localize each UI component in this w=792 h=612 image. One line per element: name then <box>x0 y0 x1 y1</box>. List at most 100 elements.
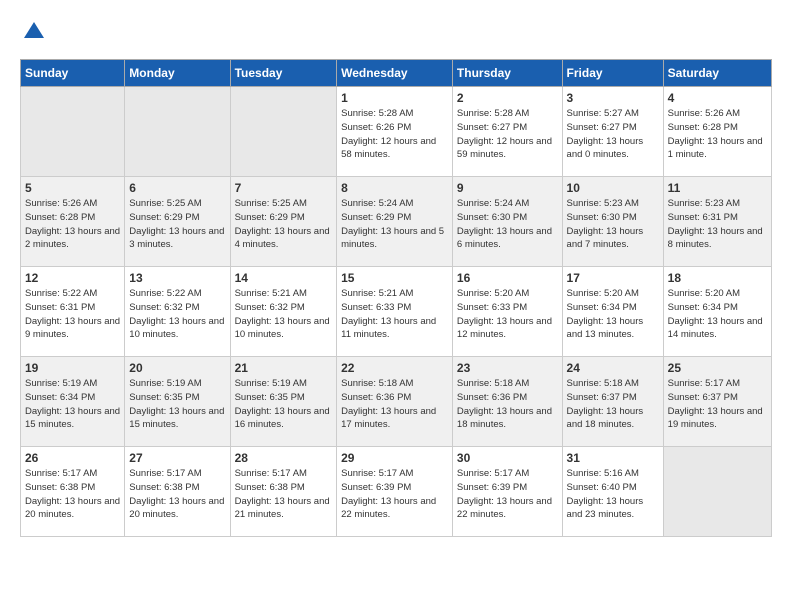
day-info: Sunrise: 5:17 AMSunset: 6:38 PMDaylight:… <box>129 468 224 520</box>
day-number: 24 <box>567 361 659 375</box>
day-info: Sunrise: 5:18 AMSunset: 6:36 PMDaylight:… <box>457 378 552 430</box>
calendar-cell: 23 Sunrise: 5:18 AMSunset: 6:36 PMDaylig… <box>452 357 562 447</box>
day-info: Sunrise: 5:28 AMSunset: 6:27 PMDaylight:… <box>457 108 552 160</box>
day-number: 30 <box>457 451 558 465</box>
calendar-cell: 19 Sunrise: 5:19 AMSunset: 6:34 PMDaylig… <box>21 357 125 447</box>
day-number: 15 <box>341 271 448 285</box>
day-info: Sunrise: 5:18 AMSunset: 6:36 PMDaylight:… <box>341 378 436 430</box>
calendar-cell: 18 Sunrise: 5:20 AMSunset: 6:34 PMDaylig… <box>663 267 771 357</box>
day-info: Sunrise: 5:20 AMSunset: 6:33 PMDaylight:… <box>457 288 552 340</box>
calendar-cell: 1 Sunrise: 5:28 AMSunset: 6:26 PMDayligh… <box>337 87 453 177</box>
day-number: 19 <box>25 361 120 375</box>
day-number: 17 <box>567 271 659 285</box>
weekday-header-monday: Monday <box>125 60 230 87</box>
day-number: 10 <box>567 181 659 195</box>
day-info: Sunrise: 5:17 AMSunset: 6:38 PMDaylight:… <box>25 468 120 520</box>
logo-icon <box>22 20 46 44</box>
day-number: 23 <box>457 361 558 375</box>
calendar-cell: 25 Sunrise: 5:17 AMSunset: 6:37 PMDaylig… <box>663 357 771 447</box>
day-info: Sunrise: 5:17 AMSunset: 6:39 PMDaylight:… <box>341 468 436 520</box>
calendar-cell: 24 Sunrise: 5:18 AMSunset: 6:37 PMDaylig… <box>562 357 663 447</box>
day-info: Sunrise: 5:21 AMSunset: 6:32 PMDaylight:… <box>235 288 330 340</box>
calendar-cell: 2 Sunrise: 5:28 AMSunset: 6:27 PMDayligh… <box>452 87 562 177</box>
calendar-cell: 22 Sunrise: 5:18 AMSunset: 6:36 PMDaylig… <box>337 357 453 447</box>
day-info: Sunrise: 5:17 AMSunset: 6:38 PMDaylight:… <box>235 468 330 520</box>
week-row-3: 19 Sunrise: 5:19 AMSunset: 6:34 PMDaylig… <box>21 357 772 447</box>
day-info: Sunrise: 5:28 AMSunset: 6:26 PMDaylight:… <box>341 108 436 160</box>
calendar-cell: 12 Sunrise: 5:22 AMSunset: 6:31 PMDaylig… <box>21 267 125 357</box>
day-number: 13 <box>129 271 225 285</box>
calendar-cell: 7 Sunrise: 5:25 AMSunset: 6:29 PMDayligh… <box>230 177 337 267</box>
calendar-cell: 27 Sunrise: 5:17 AMSunset: 6:38 PMDaylig… <box>125 447 230 537</box>
calendar-cell: 29 Sunrise: 5:17 AMSunset: 6:39 PMDaylig… <box>337 447 453 537</box>
day-number: 8 <box>341 181 448 195</box>
weekday-header-sunday: Sunday <box>21 60 125 87</box>
calendar-cell: 30 Sunrise: 5:17 AMSunset: 6:39 PMDaylig… <box>452 447 562 537</box>
day-number: 31 <box>567 451 659 465</box>
calendar-cell: 14 Sunrise: 5:21 AMSunset: 6:32 PMDaylig… <box>230 267 337 357</box>
day-number: 7 <box>235 181 333 195</box>
day-info: Sunrise: 5:17 AMSunset: 6:39 PMDaylight:… <box>457 468 552 520</box>
day-info: Sunrise: 5:22 AMSunset: 6:31 PMDaylight:… <box>25 288 120 340</box>
day-info: Sunrise: 5:22 AMSunset: 6:32 PMDaylight:… <box>129 288 224 340</box>
day-info: Sunrise: 5:26 AMSunset: 6:28 PMDaylight:… <box>668 108 763 160</box>
day-info: Sunrise: 5:24 AMSunset: 6:30 PMDaylight:… <box>457 198 552 250</box>
calendar-cell: 11 Sunrise: 5:23 AMSunset: 6:31 PMDaylig… <box>663 177 771 267</box>
calendar-cell <box>663 447 771 537</box>
day-info: Sunrise: 5:19 AMSunset: 6:34 PMDaylight:… <box>25 378 120 430</box>
calendar-cell <box>125 87 230 177</box>
day-number: 28 <box>235 451 333 465</box>
day-info: Sunrise: 5:19 AMSunset: 6:35 PMDaylight:… <box>235 378 330 430</box>
day-info: Sunrise: 5:17 AMSunset: 6:37 PMDaylight:… <box>668 378 763 430</box>
day-info: Sunrise: 5:25 AMSunset: 6:29 PMDaylight:… <box>235 198 330 250</box>
weekday-header-wednesday: Wednesday <box>337 60 453 87</box>
day-number: 3 <box>567 91 659 105</box>
day-info: Sunrise: 5:19 AMSunset: 6:35 PMDaylight:… <box>129 378 224 430</box>
calendar-cell: 6 Sunrise: 5:25 AMSunset: 6:29 PMDayligh… <box>125 177 230 267</box>
weekday-header-tuesday: Tuesday <box>230 60 337 87</box>
day-number: 12 <box>25 271 120 285</box>
weekday-header-row: SundayMondayTuesdayWednesdayThursdayFrid… <box>21 60 772 87</box>
weekday-header-friday: Friday <box>562 60 663 87</box>
day-number: 4 <box>668 91 767 105</box>
day-number: 16 <box>457 271 558 285</box>
calendar-cell: 21 Sunrise: 5:19 AMSunset: 6:35 PMDaylig… <box>230 357 337 447</box>
logo-text <box>20 20 46 49</box>
day-info: Sunrise: 5:18 AMSunset: 6:37 PMDaylight:… <box>567 378 644 430</box>
day-info: Sunrise: 5:20 AMSunset: 6:34 PMDaylight:… <box>567 288 644 340</box>
calendar-cell: 4 Sunrise: 5:26 AMSunset: 6:28 PMDayligh… <box>663 87 771 177</box>
day-number: 2 <box>457 91 558 105</box>
day-info: Sunrise: 5:21 AMSunset: 6:33 PMDaylight:… <box>341 288 436 340</box>
day-info: Sunrise: 5:27 AMSunset: 6:27 PMDaylight:… <box>567 108 644 160</box>
day-info: Sunrise: 5:16 AMSunset: 6:40 PMDaylight:… <box>567 468 644 520</box>
calendar-cell: 16 Sunrise: 5:20 AMSunset: 6:33 PMDaylig… <box>452 267 562 357</box>
day-number: 27 <box>129 451 225 465</box>
weekday-header-thursday: Thursday <box>452 60 562 87</box>
day-number: 20 <box>129 361 225 375</box>
day-info: Sunrise: 5:25 AMSunset: 6:29 PMDaylight:… <box>129 198 224 250</box>
calendar-cell <box>230 87 337 177</box>
day-number: 26 <box>25 451 120 465</box>
calendar-cell: 10 Sunrise: 5:23 AMSunset: 6:30 PMDaylig… <box>562 177 663 267</box>
day-number: 22 <box>341 361 448 375</box>
day-info: Sunrise: 5:26 AMSunset: 6:28 PMDaylight:… <box>25 198 120 250</box>
day-number: 29 <box>341 451 448 465</box>
day-number: 21 <box>235 361 333 375</box>
day-info: Sunrise: 5:24 AMSunset: 6:29 PMDaylight:… <box>341 198 444 250</box>
day-number: 6 <box>129 181 225 195</box>
calendar-cell: 8 Sunrise: 5:24 AMSunset: 6:29 PMDayligh… <box>337 177 453 267</box>
day-number: 25 <box>668 361 767 375</box>
calendar-cell: 28 Sunrise: 5:17 AMSunset: 6:38 PMDaylig… <box>230 447 337 537</box>
week-row-0: 1 Sunrise: 5:28 AMSunset: 6:26 PMDayligh… <box>21 87 772 177</box>
calendar-cell: 15 Sunrise: 5:21 AMSunset: 6:33 PMDaylig… <box>337 267 453 357</box>
day-number: 18 <box>668 271 767 285</box>
calendar-cell: 5 Sunrise: 5:26 AMSunset: 6:28 PMDayligh… <box>21 177 125 267</box>
calendar-cell: 20 Sunrise: 5:19 AMSunset: 6:35 PMDaylig… <box>125 357 230 447</box>
weekday-header-saturday: Saturday <box>663 60 771 87</box>
calendar-cell: 31 Sunrise: 5:16 AMSunset: 6:40 PMDaylig… <box>562 447 663 537</box>
day-number: 9 <box>457 181 558 195</box>
page-header <box>20 20 772 49</box>
day-info: Sunrise: 5:23 AMSunset: 6:30 PMDaylight:… <box>567 198 644 250</box>
day-number: 11 <box>668 181 767 195</box>
week-row-1: 5 Sunrise: 5:26 AMSunset: 6:28 PMDayligh… <box>21 177 772 267</box>
